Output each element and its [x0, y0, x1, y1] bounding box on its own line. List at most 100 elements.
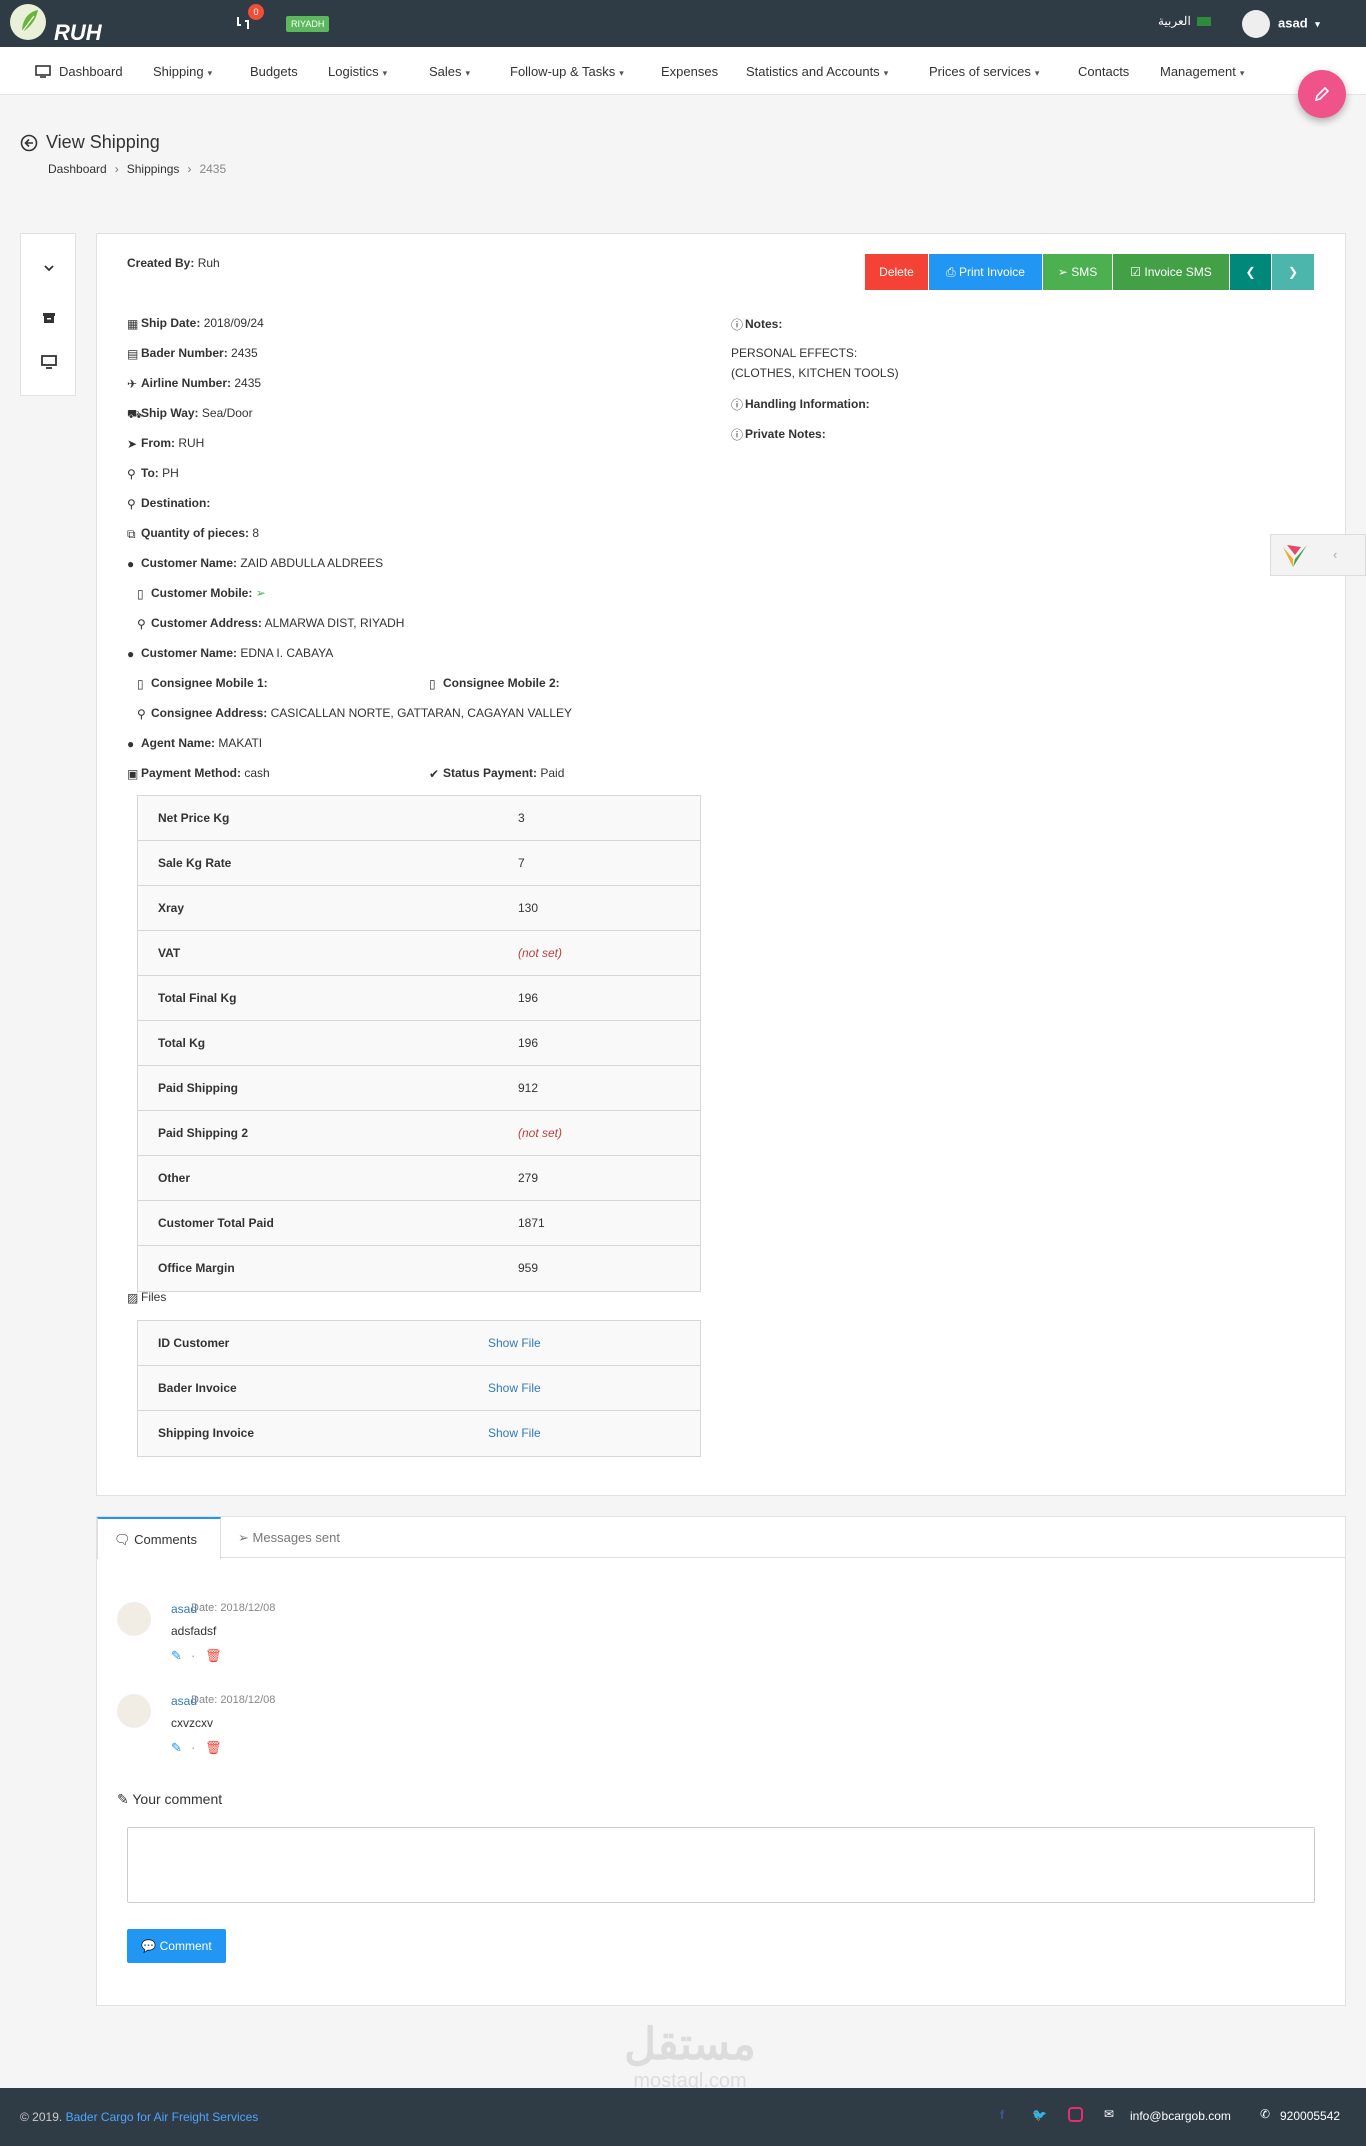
field-label: Agent Name: — [141, 736, 216, 750]
nav-item-sales[interactable]: Sales ▾ — [429, 64, 470, 79]
row-label: Paid Shipping — [158, 1081, 238, 1095]
location-arrow-icon: ➤ — [127, 437, 138, 451]
logo[interactable]: RUH — [8, 0, 102, 47]
button-label: Invoice SMS — [1144, 265, 1212, 279]
field-label: Airline Number: — [141, 376, 232, 390]
tab-label: Comments — [134, 1532, 197, 1547]
logo-text: RUH — [54, 20, 102, 45]
breadcrumb-shippings[interactable]: Shippings — [127, 162, 180, 176]
show-file-link[interactable]: Show File — [488, 1381, 541, 1395]
info-icon: ⓘ — [731, 318, 744, 332]
archive-icon[interactable] — [41, 310, 57, 326]
files-table: ID Customer Show File Bader Invoice Show F… — [137, 1320, 701, 1457]
nav-item-logistics[interactable]: Logistics ▾ — [328, 64, 387, 79]
row-value: 959 — [518, 1261, 539, 1275]
row-label: Customer Total Paid — [158, 1216, 274, 1230]
nav-label: Contacts — [1078, 64, 1130, 79]
invoice-sms-button[interactable]: ☑ Invoice SMS — [1113, 254, 1229, 290]
nav-item-follow-up[interactable]: Follow-up & Tasks ▾ — [510, 64, 624, 79]
trash-icon[interactable]: 🗑 — [205, 1740, 222, 1756]
footer: © 2019. Bader Cargo for Air Freight Serv… — [0, 2088, 1366, 2146]
print-invoice-button[interactable]: ⎙ Print Invoice — [929, 254, 1042, 290]
instagram-icon[interactable] — [1068, 2107, 1083, 2122]
footer-phone[interactable]: 920005542 — [1280, 2109, 1340, 2123]
tab-comments[interactable]: 🗨 Comments — [97, 1517, 221, 1559]
nav-label: Prices of services — [929, 64, 1031, 79]
nav-item-budgets[interactable]: Budgets — [250, 64, 298, 79]
field-quantity: ⧉ Quantity of pieces: 8 — [127, 526, 259, 541]
field-handling-information: ⓘ Handling Information: — [731, 396, 870, 412]
edit-fab-button[interactable] — [1298, 70, 1346, 118]
chevron-left-icon: ❮ — [1245, 265, 1256, 279]
field-private-notes: ⓘ Private Notes: — [731, 426, 826, 442]
field-value: ZAID ABDULLA ALDREES — [240, 556, 384, 570]
field-value: 2018/09/24 — [203, 316, 264, 330]
comment-date: Date: 2018/12/08 — [191, 1694, 276, 1706]
nav-item-shipping[interactable]: Shipping ▾ — [153, 64, 212, 79]
previous-record-button[interactable]: ❮ — [1230, 254, 1271, 290]
sms-button[interactable]: ➢ SMS — [1043, 254, 1112, 290]
monitor-icon[interactable] — [41, 354, 57, 370]
field-value: MAKATI — [218, 736, 263, 750]
field-value: CASICALLAN NORTE, GATTARAN, CAGAYAN VALL… — [270, 706, 573, 720]
row-value: 3 — [518, 811, 525, 825]
field-label: Notes: — [745, 317, 783, 331]
chevron-down-icon[interactable] — [41, 260, 57, 276]
table-row: Customer Total Paid 1871 — [138, 1201, 700, 1246]
show-file-link[interactable]: Show File — [488, 1336, 541, 1350]
mobile-icon: ▯ — [137, 677, 144, 691]
table-row: Bader Invoice Show File — [138, 1366, 700, 1411]
separator-dot: · — [191, 1740, 196, 1755]
main-nav: Dashboard Shipping ▾ Budgets Logistics ▾ S… — [0, 47, 1366, 95]
user-icon: ● — [127, 647, 135, 661]
table-row: Xray 130 — [138, 886, 700, 931]
next-record-button[interactable]: ❯ — [1272, 254, 1314, 290]
back-arrow-icon[interactable] — [20, 134, 38, 152]
nav-item-prices[interactable]: Prices of services ▾ — [929, 64, 1039, 79]
table-row: Total Final Kg 196 — [138, 976, 700, 1021]
comment-textarea[interactable] — [127, 1827, 1315, 1903]
row-value: 279 — [518, 1171, 539, 1185]
nav-item-management[interactable]: Management ▾ — [1160, 64, 1244, 79]
field-destination: ⚲ Destination: — [127, 496, 210, 511]
plane-icon: ✈ — [127, 377, 138, 391]
table-row: Paid Shipping 2 (not set) — [138, 1111, 700, 1156]
show-file-link[interactable]: Show File — [488, 1426, 541, 1440]
nav-item-contacts[interactable]: Contacts — [1078, 64, 1129, 79]
nav-item-dashboard[interactable]: Dashboard — [35, 64, 123, 79]
row-label: Paid Shipping 2 — [158, 1126, 249, 1140]
field-label: Created By: — [127, 256, 195, 270]
user-menu[interactable]: asad ▾ — [1242, 10, 1320, 38]
field-label: Bader Number: — [141, 346, 228, 360]
tab-messages-sent[interactable]: ➢ Messages sent — [222, 1517, 356, 1558]
facebook-icon[interactable]: f — [1000, 2108, 1004, 2122]
field-status-payment: ✔ Status Payment: Paid — [429, 766, 564, 781]
field-value: EDNA I. CABAYA — [240, 646, 334, 660]
notes-line-2: (CLOTHES, KITCHEN TOOLS) — [731, 366, 899, 380]
trash-icon[interactable]: 🗑 — [205, 1648, 222, 1664]
nav-item-expenses[interactable]: Expenses — [661, 64, 718, 79]
notifications-button[interactable]: 0 — [234, 4, 264, 34]
field-notes: ⓘ Notes: — [731, 316, 783, 332]
company-link[interactable]: Bader Cargo for Air Freight Services — [66, 2110, 259, 2124]
nav-label: Shipping — [153, 64, 204, 79]
row-value: 196 — [518, 1036, 539, 1050]
nav-item-statistics[interactable]: Statistics and Accounts ▾ — [746, 64, 888, 79]
comment-avatar — [117, 1694, 151, 1728]
row-label: Net Price Kg — [158, 811, 230, 825]
field-label: Payment Method: — [141, 766, 242, 780]
submit-comment-button[interactable]: 💬 Comment — [127, 1929, 226, 1963]
send-icon[interactable]: ➢ — [256, 586, 266, 600]
edit-icon[interactable]: ✎ — [171, 1740, 182, 1756]
delete-button[interactable]: Delete — [865, 254, 928, 290]
theme-widget[interactable]: ‹ — [1270, 534, 1366, 576]
twitter-icon[interactable]: 🐦 — [1032, 2108, 1047, 2122]
print-icon: ⎙ — [946, 265, 956, 279]
breadcrumb-dashboard[interactable]: Dashboard — [48, 162, 107, 176]
footer-email[interactable]: info@bcargob.com — [1130, 2109, 1231, 2123]
leaf-icon — [21, 10, 38, 33]
edit-icon[interactable]: ✎ — [171, 1648, 182, 1664]
language-switcher[interactable]: العربية — [1158, 14, 1211, 28]
nav-label: Expenses — [661, 64, 719, 79]
info-icon: ⓘ — [731, 428, 744, 442]
